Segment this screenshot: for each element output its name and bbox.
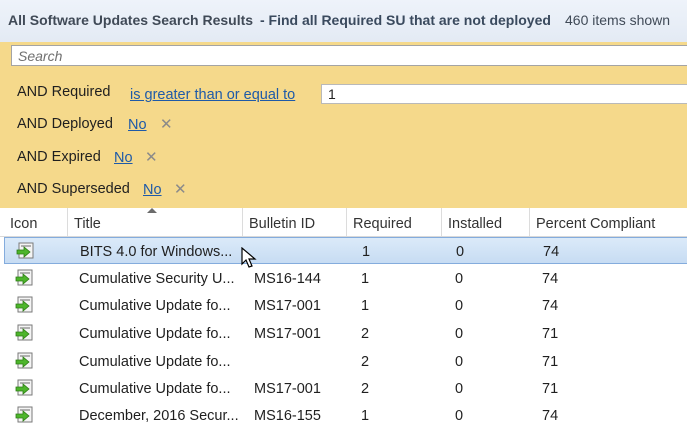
row-required: 2 [361,326,370,342]
table-row[interactable]: BITS 4.0 for Windows... 1 0 74 [4,237,687,264]
row-percent-compliant: 71 [542,326,559,342]
row-required: 1 [361,298,370,314]
results-table-header: Icon Title Bulletin ID Required Installe… [0,208,687,237]
column-header-bulletin-id[interactable]: Bulletin ID [243,208,347,236]
remove-expired-criteria-close-icon[interactable]: ✕ [145,150,158,165]
row-bulletin-id: MS17-001 [254,326,321,342]
software-update-icon [15,269,33,286]
criteria-superseded-value-link[interactable]: No [143,182,162,198]
software-update-icon [15,296,33,313]
row-installed: 0 [456,244,465,260]
mouse-pointer-icon [241,247,257,268]
row-percent-compliant: 71 [542,354,559,370]
row-title: Cumulative Update fo... [79,298,231,314]
software-update-icon [15,406,33,423]
sort-ascending-icon [147,208,157,213]
row-bulletin-id: MS16-144 [254,271,321,287]
row-installed: 0 [455,298,464,314]
column-header-required[interactable]: Required [347,208,442,236]
criteria-required-label: AND Required [17,84,111,100]
row-title: BITS 4.0 for Windows... [80,244,233,260]
row-percent-compliant: 74 [542,298,559,314]
results-title-bar: All Software Updates Search Results - Fi… [0,0,687,43]
criteria-expired-value-link[interactable]: No [114,150,133,166]
row-title: Cumulative Security U... [79,271,235,287]
table-row[interactable]: Cumulative Update fo... MS17-001 2 0 71 [0,320,687,347]
items-count: 460 items shown [565,12,671,28]
row-title: Cumulative Update fo... [79,381,231,397]
row-installed: 0 [455,326,464,342]
criteria-required-operator-link[interactable]: is greater than or equal to [130,87,295,103]
row-installed: 0 [455,271,464,287]
criteria-expired-label: AND Expired [17,149,101,165]
table-row[interactable]: Cumulative Update fo... MS17-001 2 0 71 [0,375,687,402]
criteria-required-value-input[interactable]: 1 [321,84,687,104]
row-title: December, 2016 Secur... [79,408,239,424]
row-required: 2 [361,354,370,370]
row-bulletin-id: MS17-001 [254,381,321,397]
search-input[interactable] [12,46,687,65]
row-required: 2 [361,381,370,397]
criteria-deployed-value-link[interactable]: No [128,117,147,133]
row-title: Cumulative Update fo... [79,354,231,370]
row-title: Cumulative Update fo... [79,326,231,342]
row-installed: 0 [455,354,464,370]
row-bulletin-id: MS16-155 [254,408,321,424]
window-title: All Software Updates Search Results [8,12,254,28]
search-box[interactable] [11,45,687,66]
row-required: 1 [362,244,371,260]
row-bulletin-id: MS17-001 [254,298,321,314]
software-update-icon [15,379,33,396]
column-header-icon[interactable]: Icon [4,208,68,236]
row-installed: 0 [455,408,464,424]
row-installed: 0 [455,381,464,397]
criteria-deployed-label: AND Deployed [17,116,113,132]
column-header-installed[interactable]: Installed [442,208,530,236]
row-percent-compliant: 74 [543,244,560,260]
row-required: 1 [361,408,370,424]
search-query-name: - Find all Required SU that are not depl… [260,12,551,28]
search-criteria-panel: AND Required is greater than or equal to… [0,42,687,208]
table-row[interactable]: Cumulative Update fo... MS17-001 1 0 74 [0,292,687,319]
criteria-superseded-label: AND Superseded [17,181,130,197]
row-percent-compliant: 74 [542,271,559,287]
column-header-percent-compliant[interactable]: Percent Compliant [530,208,687,236]
table-row[interactable]: December, 2016 Secur... MS16-155 1 0 74 [0,402,687,429]
software-update-icon [15,352,33,369]
table-row[interactable]: Cumulative Update fo... 2 0 71 [0,348,687,375]
remove-deployed-criteria-close-icon[interactable]: ✕ [160,117,173,132]
remove-superseded-criteria-close-icon[interactable]: ✕ [174,182,187,197]
row-required: 1 [361,271,370,287]
table-row[interactable]: Cumulative Security U... MS16-144 1 0 74 [0,265,687,292]
software-update-icon [16,242,34,259]
row-percent-compliant: 74 [542,408,559,424]
row-percent-compliant: 71 [542,381,559,397]
software-update-icon [15,324,33,341]
